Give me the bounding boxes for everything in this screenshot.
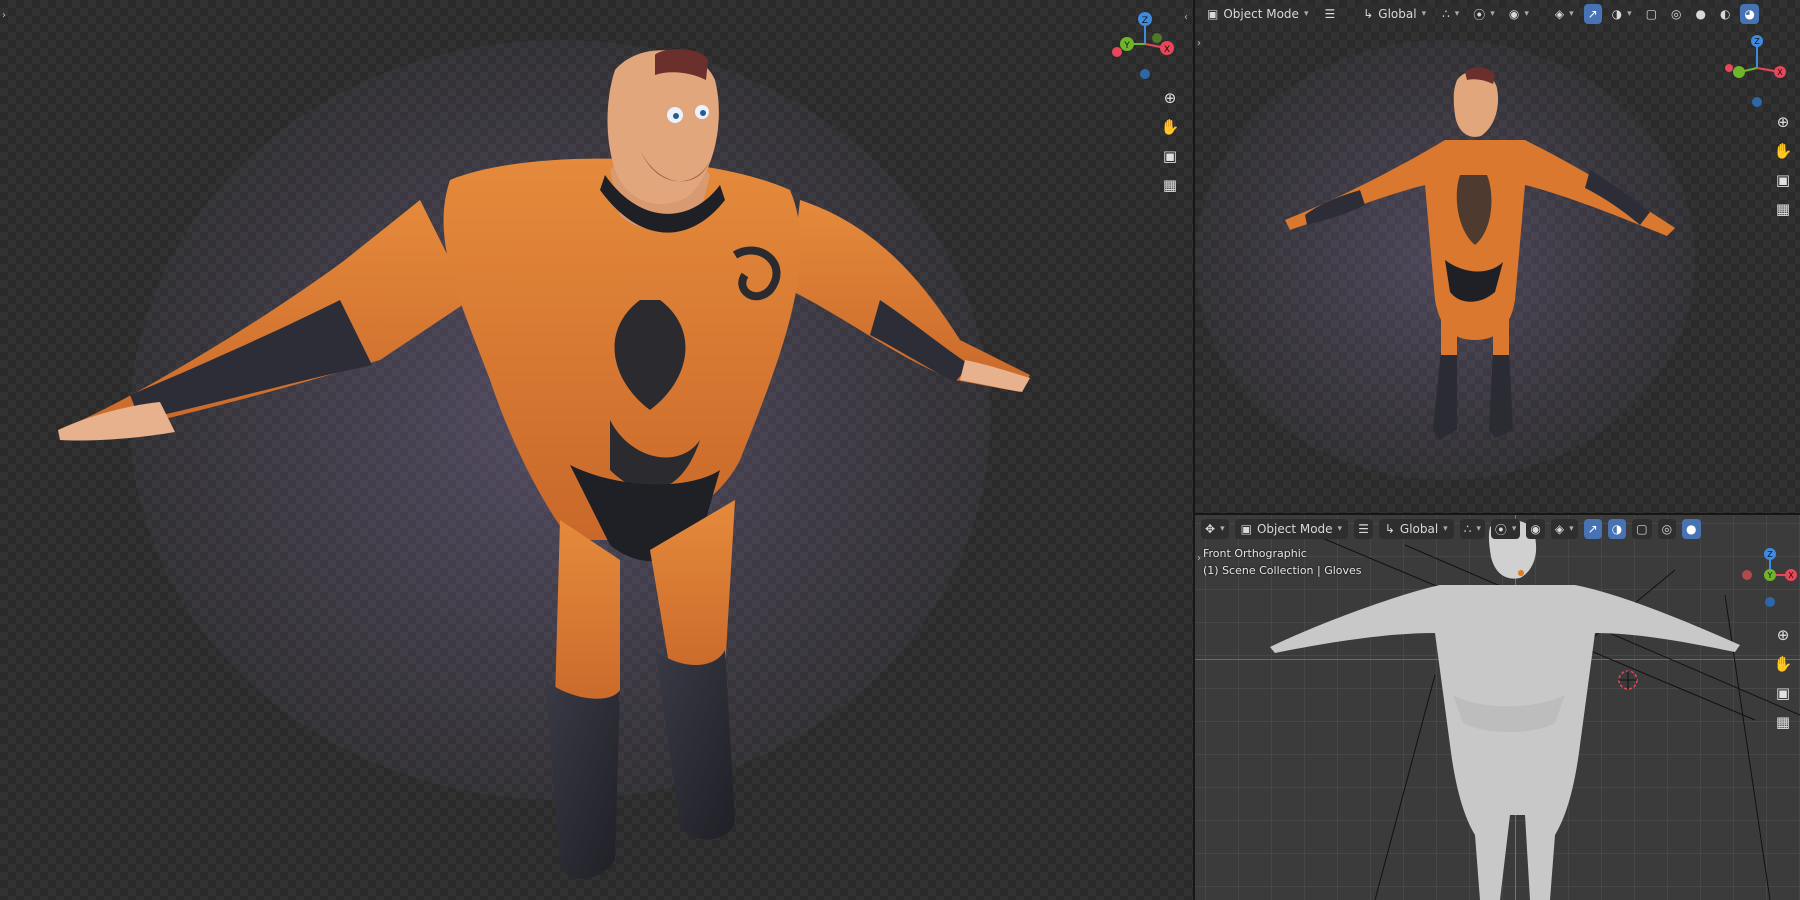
collapse-arrow[interactable]: ‹ <box>1184 12 1188 23</box>
gizmo-x-label: X <box>1164 45 1170 55</box>
camera-icon[interactable]: ▣ <box>1160 146 1180 166</box>
bottom-right-viewport-solid[interactable]: ✥ ▾ ▣ Object Mode ▾ ☰ ↳ Global ▾ ∴ ▾ ⦿ ▾ ◉ … <box>1195 515 1800 900</box>
gizmo-y-label: Y <box>1767 571 1773 580</box>
view-name-label: Front Orthographic <box>1203 547 1307 560</box>
main-viewport-rendered[interactable]: › Z Y X ⊕ ✋ ▣ ▦ ‹ <box>0 0 1193 900</box>
transform-label: Global <box>1399 522 1439 536</box>
hand-pan-icon[interactable]: ✋ <box>1773 654 1793 674</box>
navigation-gizmo[interactable]: Z Y X <box>1108 8 1178 79</box>
gizmo-icon[interactable]: ↗ <box>1583 519 1602 539</box>
expand-toolbar-arrow[interactable]: › <box>1197 553 1201 564</box>
collection-info-label: (1) Scene Collection | Gloves <box>1203 564 1362 577</box>
xray-icon[interactable]: ▢ <box>1632 519 1652 539</box>
character-render-small <box>1195 40 1695 480</box>
camera-icon[interactable]: ▣ <box>1773 170 1793 190</box>
top-right-viewport-rendered[interactable]: ▣ Object Mode ▾ ☰ ↳ Global ▾ ∴ ▾ ⦿ ▾ ◉ ▾ ◈ ▾… <box>1195 0 1800 513</box>
mode-icon: ▣ <box>1240 522 1252 536</box>
navigation-gizmo[interactable]: Z X <box>1720 28 1790 107</box>
zoom-icon[interactable]: ⊕ <box>1773 112 1793 132</box>
chevron-down-icon: ▾ <box>1337 524 1343 534</box>
transform-orientation-icon: ↳ <box>1384 522 1395 536</box>
grid-ortho-icon[interactable]: ▦ <box>1773 712 1793 732</box>
camera-icon[interactable]: ▣ <box>1773 683 1793 703</box>
visibility-icon[interactable]: ◈ ▾ <box>1550 519 1578 539</box>
menu-icon[interactable]: ☰ <box>1354 519 1373 539</box>
shading-wireframe-icon[interactable]: ◎ <box>1657 519 1677 539</box>
character-render <box>58 40 1030 879</box>
grid-ortho-icon[interactable]: ▦ <box>1773 199 1793 219</box>
hand-pan-icon[interactable]: ✋ <box>1160 117 1180 137</box>
zoom-icon[interactable]: ⊕ <box>1773 625 1793 645</box>
gizmo-z-label: Z <box>1754 37 1760 46</box>
overlays-icon[interactable]: ◑ <box>1607 519 1627 539</box>
mode-label: Object Mode <box>1256 522 1333 536</box>
gizmo-z-label: Z <box>1142 16 1148 26</box>
grid-ortho-icon[interactable]: ▦ <box>1160 175 1180 195</box>
gizmo-x-label: X <box>1777 68 1783 77</box>
snap-icon[interactable]: ⦿ ▾ <box>1490 519 1521 539</box>
zoom-icon[interactable]: ⊕ <box>1160 88 1180 108</box>
navigation-gizmo[interactable]: Z Y X <box>1735 545 1800 615</box>
gizmo-x-label: X <box>1788 571 1794 580</box>
gizmo-z-label: Z <box>1767 550 1773 559</box>
viewport-header: ✥ ▾ ▣ Object Mode ▾ ☰ ↳ Global ▾ ∴ ▾ ⦿ ▾ ◉ … <box>1195 515 1800 543</box>
gizmo-y-label: Y <box>1123 41 1130 51</box>
mode-selector[interactable]: ▣ Object Mode ▾ <box>1234 519 1349 539</box>
chevron-down-icon: ▾ <box>1443 524 1448 534</box>
shading-solid-icon[interactable]: ● <box>1682 519 1701 539</box>
proportional-edit-icon[interactable]: ◉ <box>1526 519 1545 539</box>
transform-orientation-selector[interactable]: ↳ Global ▾ <box>1378 519 1454 539</box>
hand-pan-icon[interactable]: ✋ <box>1773 141 1793 161</box>
editor-type-icon[interactable]: ✥ ▾ <box>1201 519 1229 539</box>
pivot-icon[interactable]: ∴ ▾ <box>1459 519 1485 539</box>
